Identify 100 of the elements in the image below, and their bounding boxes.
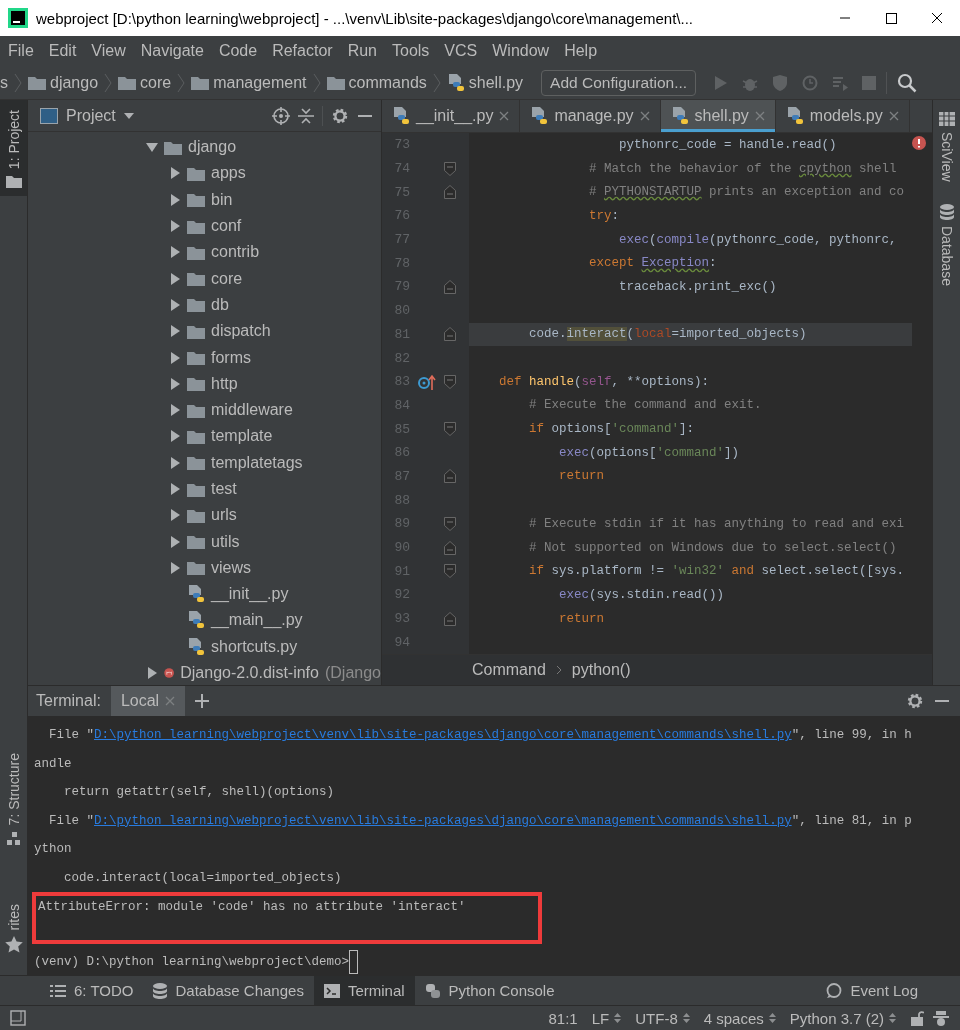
expand-arrow-icon[interactable] [169, 272, 181, 285]
expand-arrow-icon[interactable] [169, 377, 181, 390]
run-configuration-button[interactable]: Add Configuration... [541, 69, 697, 96]
expand-arrow-icon[interactable] [169, 298, 181, 311]
breadcrumb[interactable]: django [50, 73, 99, 92]
fold-marker-icon[interactable] [444, 564, 456, 579]
tree-item[interactable]: templatetags [211, 453, 303, 472]
tool-window-tab[interactable]: Event Log [816, 976, 960, 1005]
fold-marker-icon[interactable] [444, 422, 456, 437]
menu-item[interactable]: Navigate [140, 42, 204, 60]
status-item[interactable]: 4 spaces [703, 1009, 776, 1027]
fold-marker-icon[interactable] [444, 374, 456, 389]
tree-item[interactable]: django [188, 138, 237, 157]
fold-marker-icon[interactable] [444, 327, 456, 342]
fold-marker-icon[interactable] [444, 185, 456, 200]
add-icon[interactable] [195, 694, 210, 708]
error-indicator-icon[interactable] [912, 136, 926, 150]
fold-marker-icon[interactable] [444, 611, 456, 626]
status-item[interactable]: UTF-8 [635, 1009, 690, 1027]
expand-arrow-icon[interactable] [169, 167, 181, 180]
menu-item[interactable]: VCS [444, 42, 478, 60]
status-item[interactable]: 81:1 [548, 1009, 578, 1027]
tree-item[interactable]: http [211, 374, 238, 393]
breadcrumb[interactable]: commands [348, 73, 427, 92]
fold-marker-icon[interactable] [444, 516, 456, 531]
tool-window-tab[interactable]: 1: Project [0, 100, 27, 197]
expand-arrow-icon[interactable] [169, 509, 181, 522]
breadcrumb[interactable]: s [0, 73, 8, 92]
menu-item[interactable]: Help [564, 42, 598, 60]
fold-marker-icon[interactable] [444, 540, 456, 555]
expand-arrow-icon[interactable] [169, 535, 181, 548]
collapse-arrow-icon[interactable] [146, 141, 158, 154]
menu-item[interactable]: Run [347, 42, 377, 60]
editor-tab[interactable]: manage.py [520, 100, 661, 132]
editor-tab[interactable]: __init__.py [382, 100, 521, 132]
tree-item[interactable]: dispatch [211, 322, 271, 341]
tree-item[interactable]: __main__.py [211, 611, 303, 630]
close-icon[interactable] [888, 111, 899, 121]
expand-arrow-icon[interactable] [169, 483, 181, 495]
breadcrumb[interactable]: management [213, 73, 307, 92]
collapse-all-icon[interactable] [298, 106, 314, 125]
expand-arrow-icon[interactable] [169, 351, 181, 364]
menu-item[interactable]: Refactor [272, 42, 333, 60]
tree-item[interactable]: middleware [211, 401, 293, 420]
panel-toggle-icon[interactable] [10, 1010, 26, 1026]
menu-item[interactable]: View [91, 42, 126, 60]
tree-item[interactable]: urls [211, 506, 237, 525]
menu-item[interactable]: Edit [48, 42, 77, 60]
expand-arrow-icon[interactable] [169, 430, 181, 443]
locate-icon[interactable] [272, 106, 290, 125]
tool-window-tab[interactable]: rites [4, 893, 23, 961]
tree-item[interactable]: __init__.py [211, 585, 289, 604]
tree-item[interactable]: contrib [211, 243, 260, 262]
tree-item[interactable]: utils [211, 532, 240, 551]
tree-item[interactable]: Django-2.0.dist-info [180, 664, 319, 683]
expand-arrow-icon[interactable] [169, 561, 181, 574]
status-item[interactable]: Python 3.7 (2) [789, 1009, 896, 1027]
inspector-icon[interactable] [932, 1010, 950, 1026]
status-item[interactable]: LF [591, 1009, 622, 1027]
close-icon[interactable] [499, 111, 510, 121]
tool-window-tab[interactable]: Python Console [414, 976, 565, 1005]
file-link[interactable]: D:\python learning\webproject\venv\lib\site-packages\django\core\management\commands\shell.py [94, 728, 792, 743]
tool-window-tab[interactable]: Terminal [313, 976, 415, 1005]
menu-item[interactable]: File [8, 42, 34, 60]
fold-marker-icon[interactable] [444, 279, 456, 294]
tool-window-tab[interactable]: Database [938, 203, 955, 286]
expand-arrow-icon[interactable] [169, 325, 181, 338]
tool-window-tab[interactable]: SciView [938, 112, 955, 182]
tree-item[interactable]: forms [211, 348, 251, 367]
tree-item[interactable]: bin [211, 190, 233, 209]
breadcrumb[interactable]: python() [571, 661, 631, 679]
expand-arrow-icon[interactable] [169, 246, 181, 259]
lock-icon[interactable] [910, 1010, 924, 1026]
menu-item[interactable]: Tools [392, 42, 430, 60]
panel-title[interactable]: Project [66, 106, 116, 125]
tree-item[interactable]: conf [211, 217, 242, 236]
tree-item[interactable]: test [211, 480, 237, 498]
breadcrumb[interactable]: shell.py [468, 73, 524, 92]
editor-tab[interactable]: shell.py [660, 100, 776, 132]
expand-arrow-icon[interactable] [169, 404, 181, 417]
expand-arrow-icon[interactable] [169, 456, 181, 469]
settings-icon[interactable] [906, 692, 924, 710]
tool-window-tab[interactable]: Database Changes [143, 976, 314, 1005]
tool-window-tab[interactable]: 6: TODO [40, 976, 144, 1005]
session-tab[interactable]: Local [110, 686, 186, 716]
tree-item[interactable]: views [211, 558, 251, 577]
expand-arrow-icon[interactable] [169, 193, 181, 206]
fold-marker-icon[interactable] [444, 469, 456, 484]
tree-item[interactable]: db [211, 295, 229, 314]
breadcrumb[interactable]: core [140, 73, 172, 92]
expand-arrow-icon[interactable] [146, 667, 158, 680]
expand-arrow-icon[interactable] [169, 220, 181, 233]
file-link[interactable]: D:\python learning\webproject\venv\lib\site-packages\django\core\management\commands\shell.py [94, 813, 792, 828]
close-icon[interactable] [639, 111, 650, 121]
tree-item[interactable]: core [211, 269, 243, 288]
tree-item[interactable]: shortcuts.py [211, 637, 298, 656]
fold-marker-icon[interactable] [444, 161, 456, 176]
editor-tab[interactable]: models.py [775, 100, 910, 132]
settings-icon[interactable] [331, 106, 349, 125]
tool-window-tab[interactable]: 7: Structure [5, 743, 22, 854]
